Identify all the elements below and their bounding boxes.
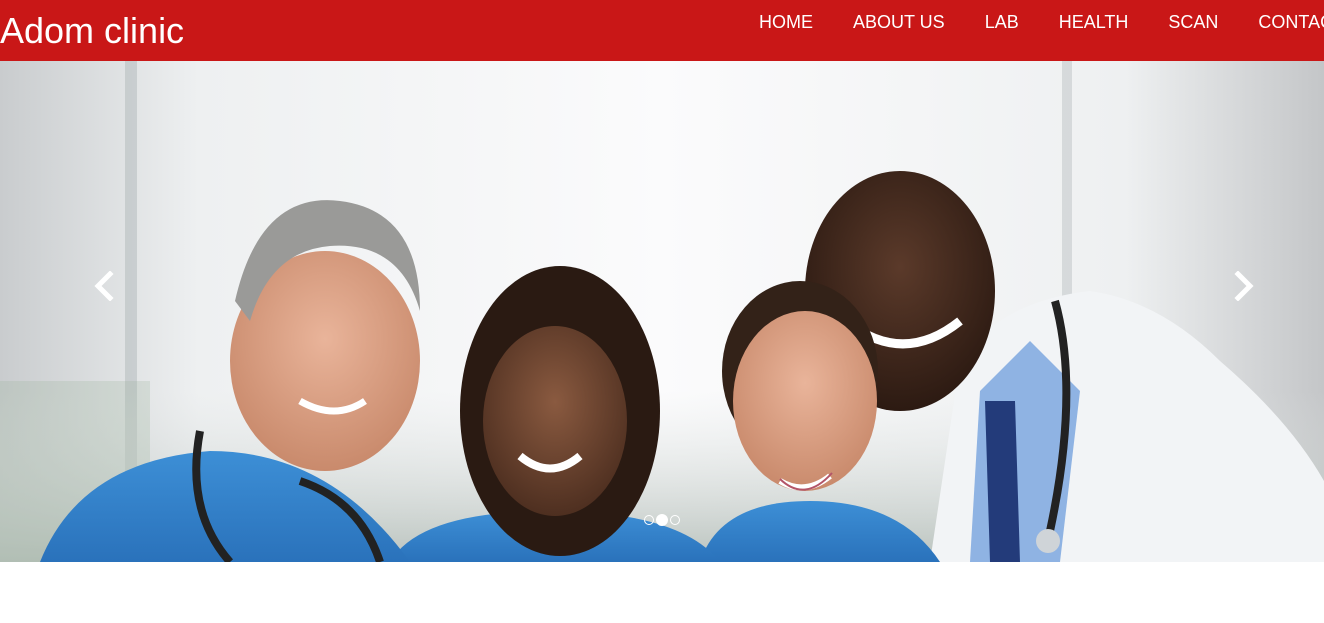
carousel-prev-button[interactable] bbox=[74, 251, 134, 321]
carousel-indicator-2-active[interactable] bbox=[656, 514, 668, 526]
slide-image-medical-team bbox=[0, 61, 1324, 562]
chevron-right-icon bbox=[1234, 271, 1254, 301]
nav-link-scan[interactable]: SCAN bbox=[1148, 0, 1238, 44]
brand-logo-text[interactable]: Adom clinic bbox=[0, 9, 184, 53]
nav-link-about-us[interactable]: ABOUT US bbox=[833, 0, 965, 44]
nav-link-lab[interactable]: LAB bbox=[965, 0, 1039, 44]
nav-link-home[interactable]: HOME bbox=[739, 0, 833, 44]
nav-links: HOME ABOUT US LAB HEALTH SCAN CONTACT bbox=[739, 0, 1324, 44]
carousel-next-button[interactable] bbox=[1214, 251, 1274, 321]
nav-link-health[interactable]: HEALTH bbox=[1039, 0, 1149, 44]
carousel-indicator-1[interactable] bbox=[644, 515, 654, 525]
top-navbar: Adom clinic HOME ABOUT US LAB HEALTH SCA… bbox=[0, 0, 1324, 61]
chevron-left-icon bbox=[94, 271, 114, 301]
carousel-indicator-3[interactable] bbox=[670, 515, 680, 525]
nav-link-contact[interactable]: CONTACT bbox=[1238, 0, 1324, 44]
hero-carousel bbox=[0, 61, 1324, 562]
carousel-indicators bbox=[0, 514, 1324, 526]
